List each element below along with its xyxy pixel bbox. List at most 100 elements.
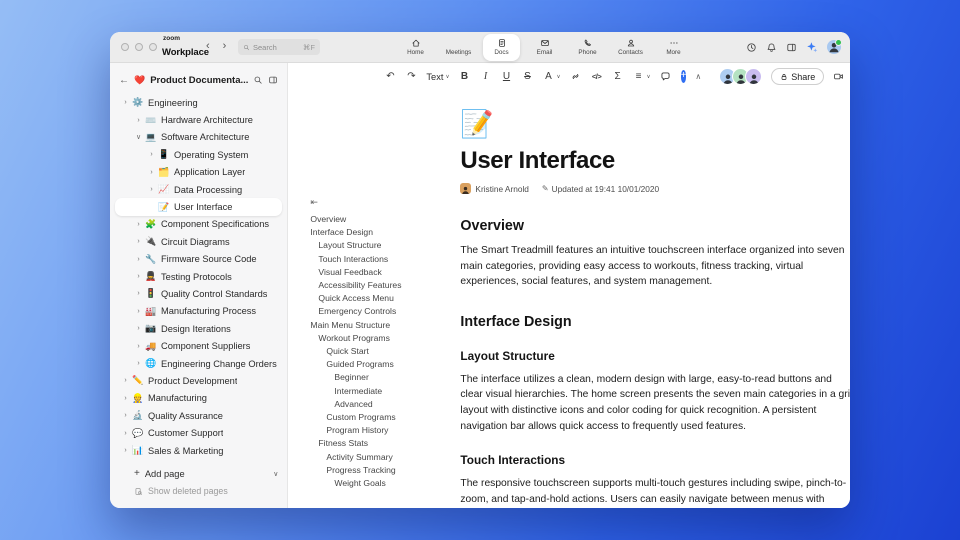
tree-chevron-icon[interactable]: ›: [146, 186, 157, 193]
tree-chevron-icon[interactable]: ›: [133, 360, 144, 367]
tree-chevron-icon[interactable]: ›: [133, 256, 144, 263]
tree-chevron-icon[interactable]: ∨: [133, 133, 144, 141]
bold-button[interactable]: B: [459, 69, 471, 85]
sidebar-item-component-suppliers[interactable]: › 🚚 Component Suppliers: [110, 337, 287, 354]
toc-item-touch-interactions[interactable]: Touch Interactions: [308, 253, 458, 266]
tree-chevron-icon[interactable]: ›: [133, 290, 144, 297]
sidebar-item-firmware-source-code[interactable]: › 🔧 Firmware Source Code: [110, 251, 287, 268]
redo-button[interactable]: ↷: [405, 69, 417, 85]
toc-item-weight-goals[interactable]: Weight Goals: [308, 477, 458, 490]
toc-item-accessibility-features[interactable]: Accessibility Features: [308, 279, 458, 292]
toc-item-guided-programs[interactable]: Guided Programs: [308, 358, 458, 371]
sidebar-item-engineering[interactable]: › ⚙️ Engineering: [110, 94, 287, 111]
tree-chevron-icon[interactable]: ›: [120, 395, 131, 402]
sidebar-item-manufacturing[interactable]: › 👷 Manufacturing: [110, 390, 287, 407]
toc-item-visual-feedback[interactable]: Visual Feedback: [308, 266, 458, 279]
user-avatar[interactable]: [827, 39, 842, 54]
collapse-toolbar-icon[interactable]: ∧: [695, 72, 701, 81]
toc-item-main-menu-structure[interactable]: Main Menu Structure: [308, 319, 458, 332]
toc-item-beginner[interactable]: Beginner: [308, 371, 458, 384]
undo-button[interactable]: ↶: [384, 69, 396, 85]
tree-chevron-icon[interactable]: ›: [120, 430, 131, 437]
toc-item-progress-tracking[interactable]: Progress Tracking: [308, 464, 458, 477]
sidebar-item-component-specifications[interactable]: › 🧩 Component Specifications: [110, 216, 287, 233]
show-deleted-pages-button[interactable]: Show deleted pages: [110, 483, 287, 500]
sidebar-item-customer-support[interactable]: › 💬 Customer Support: [110, 424, 287, 441]
tree-chevron-icon[interactable]: ›: [146, 169, 157, 176]
doc-title[interactable]: User Interface: [460, 147, 850, 175]
toc-item-emergency-controls[interactable]: Emergency Controls: [308, 305, 458, 318]
tab-more[interactable]: More: [655, 32, 692, 62]
strikethrough-button[interactable]: S: [522, 69, 534, 85]
sidebar-item-software-architecture[interactable]: ∨ 💻 Software Architecture: [110, 129, 287, 146]
toc-item-interface-design[interactable]: Interface Design: [308, 226, 458, 239]
toc-item-quick-start[interactable]: Quick Start: [308, 345, 458, 358]
sidebar-search-icon[interactable]: [253, 75, 263, 85]
video-camera-icon[interactable]: [833, 71, 844, 82]
toc-item-custom-programs[interactable]: Custom Programs: [308, 411, 458, 424]
sidebar-item-quality-control-standards[interactable]: › 🚦 Quality Control Standards: [110, 285, 287, 302]
tree-chevron-icon[interactable]: ›: [146, 151, 157, 158]
insert-link-icon[interactable]: [570, 69, 582, 85]
tree-chevron-icon[interactable]: ›: [133, 273, 144, 280]
toc-collapse-icon[interactable]: ⇤: [310, 197, 458, 208]
close-window-button[interactable]: [121, 43, 129, 51]
tab-contacts[interactable]: Contacts: [612, 32, 649, 62]
insert-block-button[interactable]: +: [680, 70, 687, 83]
tree-chevron-icon[interactable]: ›: [133, 308, 144, 315]
tree-chevron-icon[interactable]: ›: [133, 221, 144, 228]
sidebar-collapse-icon[interactable]: [268, 75, 278, 85]
tree-chevron-icon[interactable]: ›: [120, 447, 131, 454]
sidebar-item-engineering-change-orders[interactable]: › 🌐 Engineering Change Orders: [110, 355, 287, 372]
tab-docs[interactable]: Docs: [483, 33, 520, 61]
toc-item-program-history[interactable]: Program History: [308, 424, 458, 437]
doc-emoji-icon[interactable]: 📝: [460, 111, 850, 138]
minimize-window-button[interactable]: [135, 43, 143, 51]
tree-chevron-icon[interactable]: ›: [133, 117, 144, 124]
back-chevron-icon[interactable]: ‹: [206, 40, 210, 52]
tree-chevron-icon[interactable]: ›: [120, 377, 131, 384]
code-block-icon[interactable]: </>: [591, 69, 603, 85]
sidebar-item-product-development[interactable]: › ✏️ Product Development: [110, 372, 287, 389]
tab-phone[interactable]: Phone: [569, 32, 606, 62]
sidebar-item-quality-assurance[interactable]: › 🔬 Quality Assurance: [110, 407, 287, 424]
sidebar-item-hardware-architecture[interactable]: › ⌨️ Hardware Architecture: [110, 111, 287, 128]
window-controls[interactable]: [121, 43, 157, 51]
collaborator-avatars[interactable]: [719, 68, 763, 85]
collaborator-avatar[interactable]: [745, 68, 763, 85]
text-color-dropdown[interactable]: A ∨: [543, 69, 560, 85]
sidebar-item-design-iterations[interactable]: › 📷 Design Iterations: [110, 320, 287, 337]
sidebar-item-testing-protocols[interactable]: › 💂 Testing Protocols: [110, 268, 287, 285]
toc-item-intermediate[interactable]: Intermediate: [308, 385, 458, 398]
italic-button[interactable]: I: [480, 69, 492, 85]
comment-icon[interactable]: [660, 69, 672, 85]
side-panel-toggle-icon[interactable]: [786, 42, 797, 53]
tree-chevron-icon[interactable]: ›: [133, 325, 144, 332]
text-style-dropdown[interactable]: Text ∨: [426, 72, 449, 82]
toc-item-quick-access-menu[interactable]: Quick Access Menu: [308, 292, 458, 305]
tab-home[interactable]: Home: [397, 32, 434, 62]
toc-item-layout-structure[interactable]: Layout Structure: [308, 239, 458, 252]
underline-button[interactable]: U: [501, 69, 513, 85]
sidebar-item-sales-marketing[interactable]: › 📊 Sales & Marketing: [110, 442, 287, 459]
sidebar-item-data-processing[interactable]: › 📈 Data Processing: [110, 181, 287, 198]
sidebar-item-application-layer[interactable]: › 🗂️ Application Layer: [110, 164, 287, 181]
tab-email[interactable]: Email: [526, 32, 563, 62]
sidebar-item-operating-system[interactable]: › 📱 Operating System: [110, 146, 287, 163]
formula-icon[interactable]: Σ: [612, 69, 624, 85]
forward-chevron-icon[interactable]: ›: [223, 40, 227, 52]
tree-chevron-icon[interactable]: ›: [133, 238, 144, 245]
sidebar-item-manufacturing-process[interactable]: › 🏭 Manufacturing Process: [110, 303, 287, 320]
notifications-bell-icon[interactable]: [766, 42, 777, 53]
ai-companion-sparkle-icon[interactable]: [806, 41, 818, 53]
zoom-window-button[interactable]: [149, 43, 157, 51]
sidebar-item-circuit-diagrams[interactable]: › 🔌 Circuit Diagrams: [110, 233, 287, 250]
list-align-dropdown[interactable]: ≡ ∨: [633, 69, 651, 85]
toc-item-overview[interactable]: Overview: [308, 213, 458, 226]
clock-icon[interactable]: [746, 42, 757, 53]
toc-item-activity-summary[interactable]: Activity Summary: [308, 451, 458, 464]
tab-meetings[interactable]: undefinedMeetings: [440, 32, 477, 62]
sidebar-item-user-interface[interactable]: 📝 User Interface: [115, 198, 283, 216]
tree-chevron-icon[interactable]: ›: [133, 343, 144, 350]
toc-item-advanced[interactable]: Advanced: [308, 398, 458, 411]
